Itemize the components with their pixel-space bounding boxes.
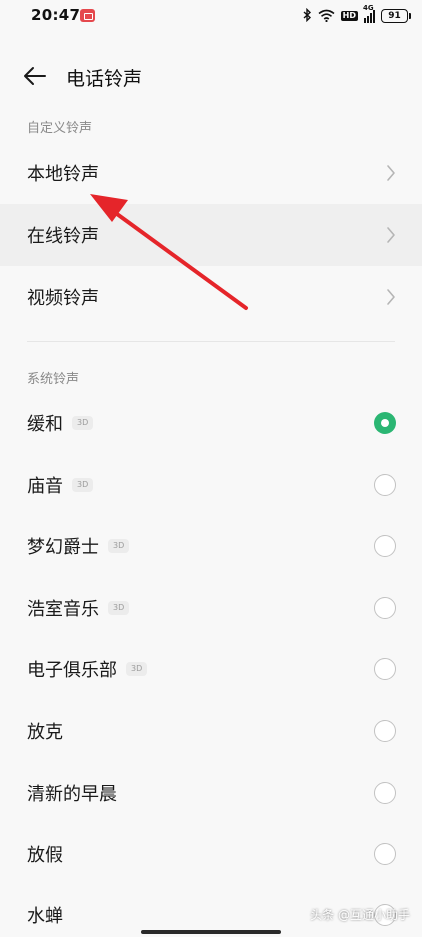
section-divider [27,341,395,342]
ringtone-option[interactable]: 放克 [0,700,422,762]
top-app-bar: 电话铃声 [0,52,422,100]
bluetooth-icon [303,7,312,25]
radio-unselected[interactable] [374,474,396,496]
ringtone-label: 电子俱乐部 [27,660,117,681]
list-item-label: 在线铃声 [27,226,99,247]
list-item-local-ringtone[interactable]: 本地铃声 [0,142,422,204]
status-icons: HD 4G 91 [303,4,411,26]
back-button[interactable] [22,64,48,88]
3d-badge: 3D [72,416,94,430]
section-label-custom: 自定义铃声 [27,121,93,136]
ringtone-name: 庙音 3D [27,472,94,498]
ringtone-label: 放假 [27,845,63,866]
ringtone-option[interactable]: 梦幻爵士 3D [0,515,422,577]
ringtone-name: 缓和 3D [27,410,94,436]
list-item-online-ringtone[interactable]: 在线铃声 [0,204,422,266]
ringtone-name: 电子俱乐部 3D [27,656,148,682]
page-title: 电话铃声 [66,68,143,90]
list-item-label: 本地铃声 [27,164,99,185]
radio-unselected[interactable] [374,720,396,742]
ringtone-name: 梦幻爵士 3D [27,533,130,559]
ringtone-option[interactable]: 缓和 3D [0,392,422,454]
ringtone-settings-screen: 20:47 HD 4G 91 电话铃声 自定义铃声 本地铃声 在线铃声 视频铃声… [0,0,422,937]
watermark-text: 头条 @互通小助手 [310,908,410,922]
radio-unselected[interactable] [374,782,396,804]
3d-badge: 3D [108,539,130,553]
notification-app-icon [80,9,95,22]
ringtone-label: 梦幻爵士 [27,537,99,558]
3d-badge: 3D [108,601,130,615]
ringtone-name: 放克 [27,718,63,744]
ringtone-label: 缓和 [27,414,63,435]
radio-unselected[interactable] [374,843,396,865]
ringtone-name: 放假 [27,841,63,867]
ringtone-option[interactable]: 庙音 3D [0,454,422,516]
radio-unselected[interactable] [374,535,396,557]
hd-voice-badge: HD [340,11,358,21]
wifi-icon [318,7,335,26]
status-bar: 20:47 HD 4G 91 [0,0,422,34]
radio-unselected[interactable] [374,597,396,619]
cellular-signal-icon: 4G [363,4,375,23]
status-time: 20:47 [31,6,81,24]
radio-selected[interactable] [374,412,396,434]
3d-badge: 3D [126,662,148,676]
ringtone-name: 浩室音乐 3D [27,595,130,621]
arrow-left-icon [24,67,46,85]
ringtone-label: 庙音 [27,476,63,497]
network-type-label: 4G [363,3,374,12]
ringtone-label: 清新的早晨 [27,784,117,805]
chevron-right-icon [387,289,395,305]
list-item-label: 视频铃声 [27,288,99,309]
home-indicator[interactable] [141,930,281,934]
ringtone-option[interactable]: 放假 [0,823,422,885]
radio-unselected[interactable] [374,658,396,680]
ringtone-label: 放克 [27,722,63,743]
chevron-right-icon [387,165,395,181]
3d-badge: 3D [72,478,94,492]
battery-level: 91 [388,10,401,21]
section-label-system: 系统铃声 [27,372,80,387]
ringtone-name: 水蝉 [27,902,63,928]
ringtone-label: 浩室音乐 [27,599,99,620]
ringtone-label: 水蝉 [27,906,63,927]
ringtone-option[interactable]: 清新的早晨 [0,762,422,824]
chevron-right-icon [387,227,395,243]
ringtone-option[interactable]: 浩室音乐 3D [0,577,422,639]
list-item-video-ringtone[interactable]: 视频铃声 [0,266,422,328]
battery-icon: 91 [381,9,411,23]
ringtone-option[interactable]: 电子俱乐部 3D [0,638,422,700]
ringtone-name: 清新的早晨 [27,780,117,806]
